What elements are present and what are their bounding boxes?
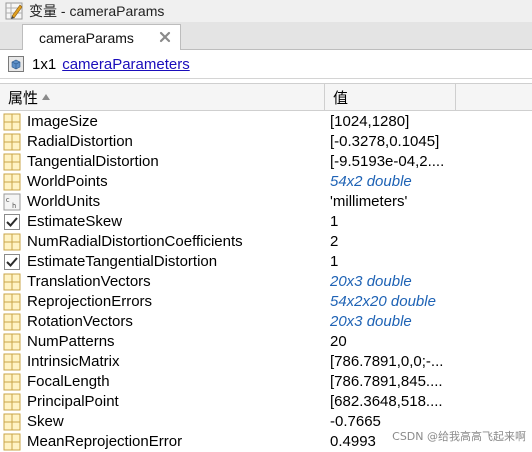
- property-name: TranslationVectors: [27, 273, 151, 290]
- table-row[interactable]: ImageSize [1024,1280]: [0, 112, 532, 132]
- table-row[interactable]: ReprojectionErrors 54x2x20 double: [0, 292, 532, 312]
- svg-text:c: c: [6, 196, 10, 204]
- property-name: EstimateSkew: [27, 213, 123, 230]
- property-value[interactable]: 20: [330, 332, 347, 352]
- property-name: ImageSize: [27, 113, 98, 130]
- table-row[interactable]: c h WorldUnits 'millimeters': [0, 192, 532, 212]
- tab-cameraparams[interactable]: cameraParams: [22, 24, 181, 50]
- property-name: Skew: [27, 413, 64, 430]
- checkbox-icon: [3, 213, 21, 231]
- checkbox-icon: [3, 253, 21, 271]
- property-name: NumRadialDistortionCoefficients: [27, 233, 243, 250]
- property-name: FocalLength: [27, 373, 110, 390]
- table-row[interactable]: NumRadialDistortionCoefficients 2: [0, 232, 532, 252]
- property-value[interactable]: 2: [330, 232, 338, 252]
- header-value[interactable]: 值: [325, 84, 456, 110]
- tab-label: cameraParams: [39, 29, 134, 46]
- table-row[interactable]: WorldPoints 54x2 double: [0, 172, 532, 192]
- table-row[interactable]: NumPatterns 20: [0, 332, 532, 352]
- char-icon: ch: [3, 193, 21, 211]
- property-value[interactable]: [-0.3278,0.1045]: [330, 132, 439, 152]
- property-name: TangentialDistortion: [27, 153, 159, 170]
- object-size: 1x1: [32, 55, 57, 73]
- property-list: ImageSize [1024,1280] RadialDistortion [-0.…: [0, 112, 532, 452]
- matrix-icon: [3, 293, 21, 311]
- matrix-icon: [3, 373, 21, 391]
- property-value[interactable]: 1: [330, 212, 338, 232]
- property-name: MeanReprojectionError: [27, 433, 183, 450]
- property-value[interactable]: [1024,1280]: [330, 112, 409, 132]
- watermark: CSDN @给我高高飞起来啊: [392, 430, 526, 443]
- property-name: RadialDistortion: [27, 133, 133, 150]
- matrix-icon: [3, 413, 21, 431]
- variable-editor-icon: [5, 2, 23, 20]
- property-name: EstimateTangentialDistortion: [27, 253, 218, 270]
- property-value[interactable]: [786.7891,0,0;-...: [330, 352, 443, 372]
- property-value[interactable]: 20x3 double: [330, 272, 412, 292]
- property-value[interactable]: 0.4993: [330, 432, 376, 452]
- matrix-icon: [3, 153, 21, 171]
- table-row[interactable]: PrincipalPoint [682.3648,518....: [0, 392, 532, 412]
- property-value[interactable]: [-9.5193e-04,2....: [330, 152, 444, 172]
- matrix-icon: [3, 273, 21, 291]
- table-row[interactable]: EstimateSkew 1: [0, 212, 532, 232]
- property-name: IntrinsicMatrix: [27, 353, 120, 370]
- property-value[interactable]: 'millimeters': [330, 192, 407, 212]
- property-value[interactable]: 54x2x20 double: [330, 292, 436, 312]
- property-value[interactable]: 54x2 double: [330, 172, 412, 192]
- matrix-icon: [3, 233, 21, 251]
- matrix-icon: [3, 313, 21, 331]
- svg-text:h: h: [12, 202, 16, 210]
- matrix-icon: [3, 333, 21, 351]
- window-titlebar: 变量 - cameraParams: [0, 0, 532, 22]
- matrix-icon: [3, 433, 21, 451]
- class-link[interactable]: cameraParameters: [62, 56, 190, 73]
- matrix-icon: [3, 173, 21, 191]
- matrix-icon: [3, 393, 21, 411]
- table-row[interactable]: RotationVectors 20x3 double: [0, 312, 532, 332]
- table-row[interactable]: IntrinsicMatrix [786.7891,0,0;-...: [0, 352, 532, 372]
- property-value[interactable]: 20x3 double: [330, 312, 412, 332]
- table-header: 属性 值: [0, 83, 532, 111]
- table-row[interactable]: FocalLength [786.7891,845....: [0, 372, 532, 392]
- object-icon: [8, 56, 24, 72]
- table-row[interactable]: TranslationVectors 20x3 double: [0, 272, 532, 292]
- header-property-label: 属性: [8, 89, 39, 107]
- window-title: 变量 - cameraParams: [29, 3, 165, 19]
- property-name: WorldUnits: [27, 193, 101, 210]
- property-name: RotationVectors: [27, 313, 133, 330]
- table-row[interactable]: EstimateTangentialDistortion 1: [0, 252, 532, 272]
- property-value[interactable]: [786.7891,845....: [330, 372, 443, 392]
- sort-ascending-icon: [42, 94, 51, 100]
- property-name: WorldPoints: [27, 173, 108, 190]
- close-icon[interactable]: [158, 30, 172, 44]
- property-value[interactable]: -0.7665: [330, 412, 381, 432]
- object-info-bar: 1x1 cameraParameters: [0, 50, 532, 79]
- table-row[interactable]: TangentialDistortion [-9.5193e-04,2....: [0, 152, 532, 172]
- matrix-icon: [3, 353, 21, 371]
- property-value[interactable]: [682.3648,518....: [330, 392, 443, 412]
- property-name: ReprojectionErrors: [27, 293, 153, 310]
- matrix-icon: [3, 133, 21, 151]
- property-name: NumPatterns: [27, 333, 115, 350]
- property-name: PrincipalPoint: [27, 393, 119, 410]
- tab-strip: cameraParams: [0, 22, 532, 50]
- matrix-icon: [3, 113, 21, 131]
- property-value[interactable]: 1: [330, 252, 338, 272]
- table-row[interactable]: RadialDistortion [-0.3278,0.1045]: [0, 132, 532, 152]
- header-property[interactable]: 属性: [0, 84, 325, 110]
- header-value-label: 值: [333, 89, 349, 107]
